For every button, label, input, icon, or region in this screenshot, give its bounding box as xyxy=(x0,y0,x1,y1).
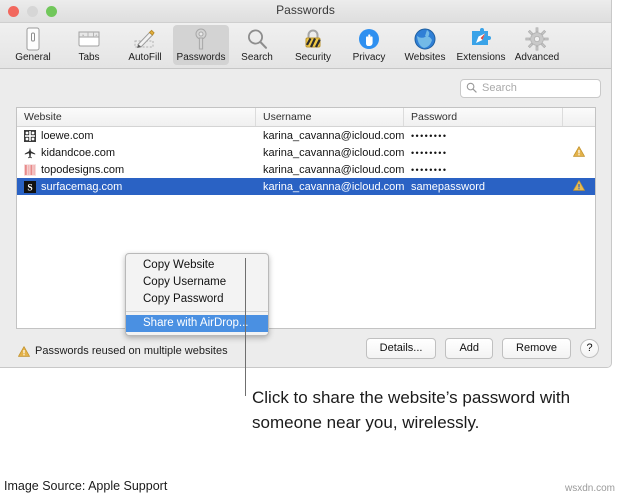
cell-username: karina_cavanna@icloud.com xyxy=(263,129,404,142)
website-label: topodesigns.com xyxy=(41,163,125,176)
toolbar-item-tabs[interactable]: × + Tabs xyxy=(61,25,117,65)
cell-website: topodesigns.com xyxy=(17,163,256,176)
warning-triangle-icon xyxy=(573,145,585,157)
toolbar-item-extensions[interactable]: Extensions xyxy=(453,25,509,65)
column-header-password[interactable]: Password xyxy=(404,108,563,126)
action-buttons: Details... Add Remove ? xyxy=(365,338,599,359)
help-button[interactable]: ? xyxy=(580,339,599,358)
reused-password-status: Passwords reused on multiple websites xyxy=(18,345,228,357)
cell-username: karina_cavanna@icloud.com xyxy=(263,146,404,159)
toolbar-label: Extensions xyxy=(456,52,506,63)
table-row[interactable]: topodesigns.com karina_cavanna@icloud.co… xyxy=(17,161,595,178)
cell-website: loewe.com xyxy=(17,129,256,142)
toolbar-label: Websites xyxy=(404,52,446,63)
cell-password: •••••••• xyxy=(411,164,448,175)
airplane-favicon xyxy=(24,147,36,158)
toolbar-item-security[interactable]: Security xyxy=(285,25,341,65)
toolbar-label: General xyxy=(15,52,51,63)
letter-s-favicon: S xyxy=(24,180,36,193)
menu-item-copy-username[interactable]: Copy Username xyxy=(126,274,268,291)
autofill-icon xyxy=(117,26,173,51)
toolbar-label: Privacy xyxy=(352,52,386,63)
table-row[interactable]: kidandcoe.com karina_cavanna@icloud.com … xyxy=(17,144,595,161)
add-button[interactable]: Add xyxy=(445,338,494,359)
globe-icon xyxy=(397,26,453,51)
search-container xyxy=(460,78,601,98)
watermark: wsxdn.com xyxy=(564,483,615,494)
toolbar-label: AutoFill xyxy=(128,52,162,63)
grid-favicon xyxy=(24,129,36,142)
toolbar-item-privacy[interactable]: Privacy xyxy=(341,25,397,65)
cell-website: S surfacemag.com xyxy=(17,180,256,193)
column-header-username[interactable]: Username xyxy=(256,108,404,126)
magnifier-icon xyxy=(229,26,285,51)
search-input[interactable] xyxy=(460,78,601,98)
cell-password: •••••••• xyxy=(411,147,448,158)
table-row[interactable]: loewe.com karina_cavanna@icloud.com ••••… xyxy=(17,127,595,144)
menu-item-copy-password[interactable]: Copy Password xyxy=(126,291,268,308)
lock-icon xyxy=(285,26,341,51)
cell-warning xyxy=(563,145,595,160)
window-title: Passwords xyxy=(276,3,335,17)
status-text: Passwords reused on multiple websites xyxy=(35,345,228,357)
website-label: surfacemag.com xyxy=(41,180,123,193)
menu-separator xyxy=(126,311,268,312)
details-button[interactable]: Details... xyxy=(365,338,437,359)
cell-username: karina_cavanna@icloud.com xyxy=(263,163,404,176)
preferences-toolbar: General × + Tabs AutoFill Passwords Sear… xyxy=(0,23,611,69)
passwords-table: Website Username Password loewe.com kari… xyxy=(16,107,596,329)
puzzle-icon xyxy=(453,26,509,51)
passwords-pane: Website Username Password xyxy=(0,69,611,367)
callout-text: Click to share the website’s password wi… xyxy=(252,388,571,432)
toolbar-item-advanced[interactable]: Advanced xyxy=(509,25,565,65)
cell-password: samepassword xyxy=(411,180,485,193)
callout-leader-line xyxy=(245,258,246,396)
key-icon xyxy=(173,26,229,51)
tabs-icon: × + xyxy=(61,26,117,51)
general-icon xyxy=(5,26,61,51)
gear-icon xyxy=(509,26,565,51)
toolbar-item-passwords[interactable]: Passwords xyxy=(173,25,229,65)
toolbar-item-websites[interactable]: Websites xyxy=(397,25,453,65)
cell-username: karina_cavanna@icloud.com xyxy=(263,180,404,193)
cell-password: •••••••• xyxy=(411,130,448,141)
warning-triangle-icon xyxy=(573,179,585,191)
table-header-row: Website Username Password xyxy=(17,108,595,127)
preferences-window: Passwords General × + Tabs AutoFill Pass… xyxy=(0,0,612,368)
warning-triangle-icon xyxy=(18,345,30,357)
window-titlebar: Passwords xyxy=(0,0,611,23)
table-row[interactable]: S surfacemag.com karina_cavanna@icloud.c… xyxy=(17,178,595,195)
toolbar-item-autofill[interactable]: AutoFill xyxy=(117,25,173,65)
column-header-website[interactable]: Website xyxy=(17,108,256,126)
website-label: kidandcoe.com xyxy=(41,146,115,159)
toolbar-label: Advanced xyxy=(514,52,560,63)
image-source-caption: Image Source: Apple Support xyxy=(4,479,168,493)
toolbar-label: Tabs xyxy=(78,52,100,63)
menu-item-copy-website[interactable]: Copy Website xyxy=(126,257,268,274)
cell-website: kidandcoe.com xyxy=(17,147,256,159)
toolbar-label: Security xyxy=(294,52,332,63)
svg-text:S: S xyxy=(27,183,32,193)
toolbar-label: Passwords xyxy=(176,52,226,63)
cell-warning xyxy=(563,179,595,194)
context-menu: Copy Website Copy Username Copy Password… xyxy=(125,253,269,336)
remove-button[interactable]: Remove xyxy=(502,338,571,359)
hand-icon xyxy=(341,26,397,51)
toolbar-item-general[interactable]: General xyxy=(5,25,61,65)
menu-item-share-with-airdrop[interactable]: Share with AirDrop... xyxy=(126,315,268,332)
website-label: loewe.com xyxy=(41,129,94,142)
column-header-warning[interactable] xyxy=(563,108,595,126)
toolbar-item-search[interactable]: Search xyxy=(229,25,285,65)
stripes-favicon xyxy=(24,163,36,176)
toolbar-label: Search xyxy=(241,52,273,63)
